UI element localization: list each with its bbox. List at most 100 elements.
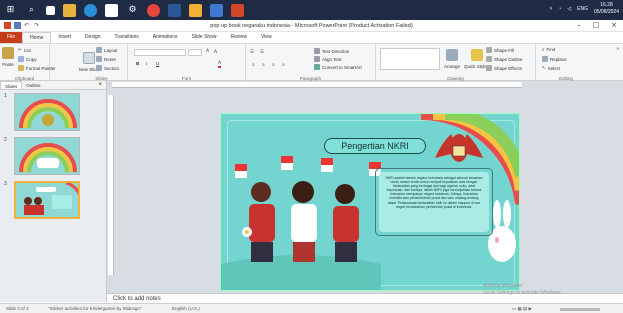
arrange-icon [446,49,458,61]
select-button[interactable]: ↖ Select [542,65,560,71]
tab-animations[interactable]: Animations [146,32,185,43]
align-center-icon[interactable]: ≡ [262,62,265,67]
tab-design[interactable]: Design [78,32,108,43]
store-icon[interactable] [210,3,223,17]
outline-icon [486,56,492,62]
mail-icon[interactable] [105,3,118,17]
language-indicator[interactable]: ENG [577,6,588,12]
replace-button[interactable]: Replace [542,56,567,62]
slide-thumbnail-2[interactable]: 2 [4,137,102,179]
slide-body-text[interactable]: NKRI adalah bentuk negara Indonesia seba… [379,172,489,232]
close-icon[interactable]: × [611,21,617,29]
find-button[interactable]: ⌕ Find [542,47,555,52]
smartart-icon [314,64,320,70]
chrome-icon[interactable] [147,3,160,17]
layout-button[interactable]: Layout [96,47,118,53]
status-bar: Slide 3 of 3 "Sticker activities for Kin… [0,303,623,313]
effects-icon [486,65,492,71]
cut-button[interactable]: ✂ Cut [18,47,31,53]
shape-outline-button[interactable]: Shape Outline [486,56,523,62]
network-icon[interactable]: ◔ [558,6,561,12]
font-name-select[interactable] [134,49,186,56]
paste-button[interactable]: Paste [2,47,14,67]
text-direction-icon [314,48,320,54]
tab-outline[interactable]: Outline [22,81,44,89]
bullets-icon[interactable]: ☰ [250,49,254,55]
text-direction-button[interactable]: Text Direction [314,48,349,54]
theme-name[interactable]: "Sticker activities for Kindergarten by … [48,306,142,311]
shape-fill-button[interactable]: Shape Fill [486,47,514,53]
taskview-icon[interactable] [46,5,55,15]
tab-slide-show[interactable]: Slide Show [185,32,224,43]
current-slide[interactable]: Pengertian NKRI NKRI adalah bentuk negar… [220,113,520,291]
powerpoint-icon[interactable] [231,3,244,17]
minimize-icon[interactable]: – [577,21,581,29]
section-icon [96,65,102,71]
slide-thumbnail-3[interactable]: 3 [4,181,102,223]
panel-tabs: Slides Outline × [0,81,106,90]
zoom-slider[interactable] [560,308,600,311]
chevron-up-icon[interactable]: ˄ [549,6,552,12]
font-group: A A B I U A Font [128,44,246,82]
edge-icon[interactable] [84,3,97,17]
slide-title[interactable]: Pengertian NKRI [324,138,426,154]
cursor-icon: ↖ [542,65,546,70]
shape-effects-button[interactable]: Shape Effects [486,65,522,71]
convert-smartart-button[interactable]: Convert to SmartArt [314,64,362,70]
arrange-button[interactable]: Arrange [444,49,460,69]
file-explorer-icon[interactable] [63,3,76,17]
tab-slides[interactable]: Slides [0,81,23,89]
tab-home[interactable]: Home [22,32,52,43]
notes-placeholder: Click to add notes [113,296,161,302]
tab-review[interactable]: Review [224,32,254,43]
underline-button[interactable]: U [156,61,159,66]
language-status[interactable]: English (U.S.) [172,306,200,311]
copy-icon [18,56,24,62]
font-size-select[interactable] [188,49,202,56]
section-button[interactable]: Section [96,65,119,71]
align-text-button[interactable]: Align Text [314,56,341,62]
slide-thumbnail-1[interactable]: 1 [4,93,102,135]
search-icon[interactable]: ⌕ [25,4,38,17]
copy-button[interactable]: Copy [18,56,37,62]
garuda-emblem [435,134,483,162]
reset-button[interactable]: Reset [96,56,116,62]
word-icon[interactable] [168,3,181,17]
format-painter-button[interactable]: Format Painter [18,65,56,71]
maximize-icon[interactable]: □ [593,21,600,29]
layout-icon [96,47,102,53]
align-right-icon[interactable]: ≡ [272,62,275,67]
start-icon[interactable]: ⊞ [4,3,17,17]
tab-insert[interactable]: Insert [51,32,78,43]
bold-button[interactable]: B [136,61,139,66]
reset-icon [96,56,102,62]
format-painter-icon [18,65,24,71]
settings-icon[interactable]: ⚙ [126,4,139,17]
numbering-icon[interactable]: ☰ [260,49,264,55]
ribbon: Paste ✂ Cut Copy Format Painter Clipboard… [0,43,623,82]
grow-font-icon[interactable]: A [206,49,209,54]
shrink-font-icon[interactable]: A [214,50,217,55]
thumb-number: 1 [4,93,7,99]
tab-transitions[interactable]: Transitions [108,32,146,43]
view-buttons[interactable]: ▭ ▦ ▤ ▶ [512,306,532,312]
tab-view[interactable]: View [254,32,279,43]
align-left-icon[interactable]: ≡ [252,62,255,67]
volume-icon[interactable]: ◁ [567,6,571,12]
collapse-ribbon-icon[interactable]: ˄ [616,46,619,51]
justify-icon[interactable]: ≡ [282,62,285,67]
italic-button[interactable]: I [146,61,147,66]
files-icon[interactable] [189,3,202,17]
editing-group: ⌕ Find Replace ↖ Select Editing [536,44,596,82]
vertical-ruler [108,95,114,275]
tab-file[interactable]: File [0,32,23,43]
clock[interactable]: 16.28 05/08/2024 [594,2,619,16]
font-color-icon[interactable]: A [218,61,222,68]
replace-icon [542,56,548,62]
window-controls: – □ × [577,21,617,29]
scissors-icon: ✂ [18,47,22,52]
shapes-gallery[interactable] [380,48,440,70]
thumb-image [14,93,80,131]
close-panel-icon[interactable]: × [94,81,106,89]
activation-watermark: Activate Windows Go to Settings to activ… [483,283,562,296]
